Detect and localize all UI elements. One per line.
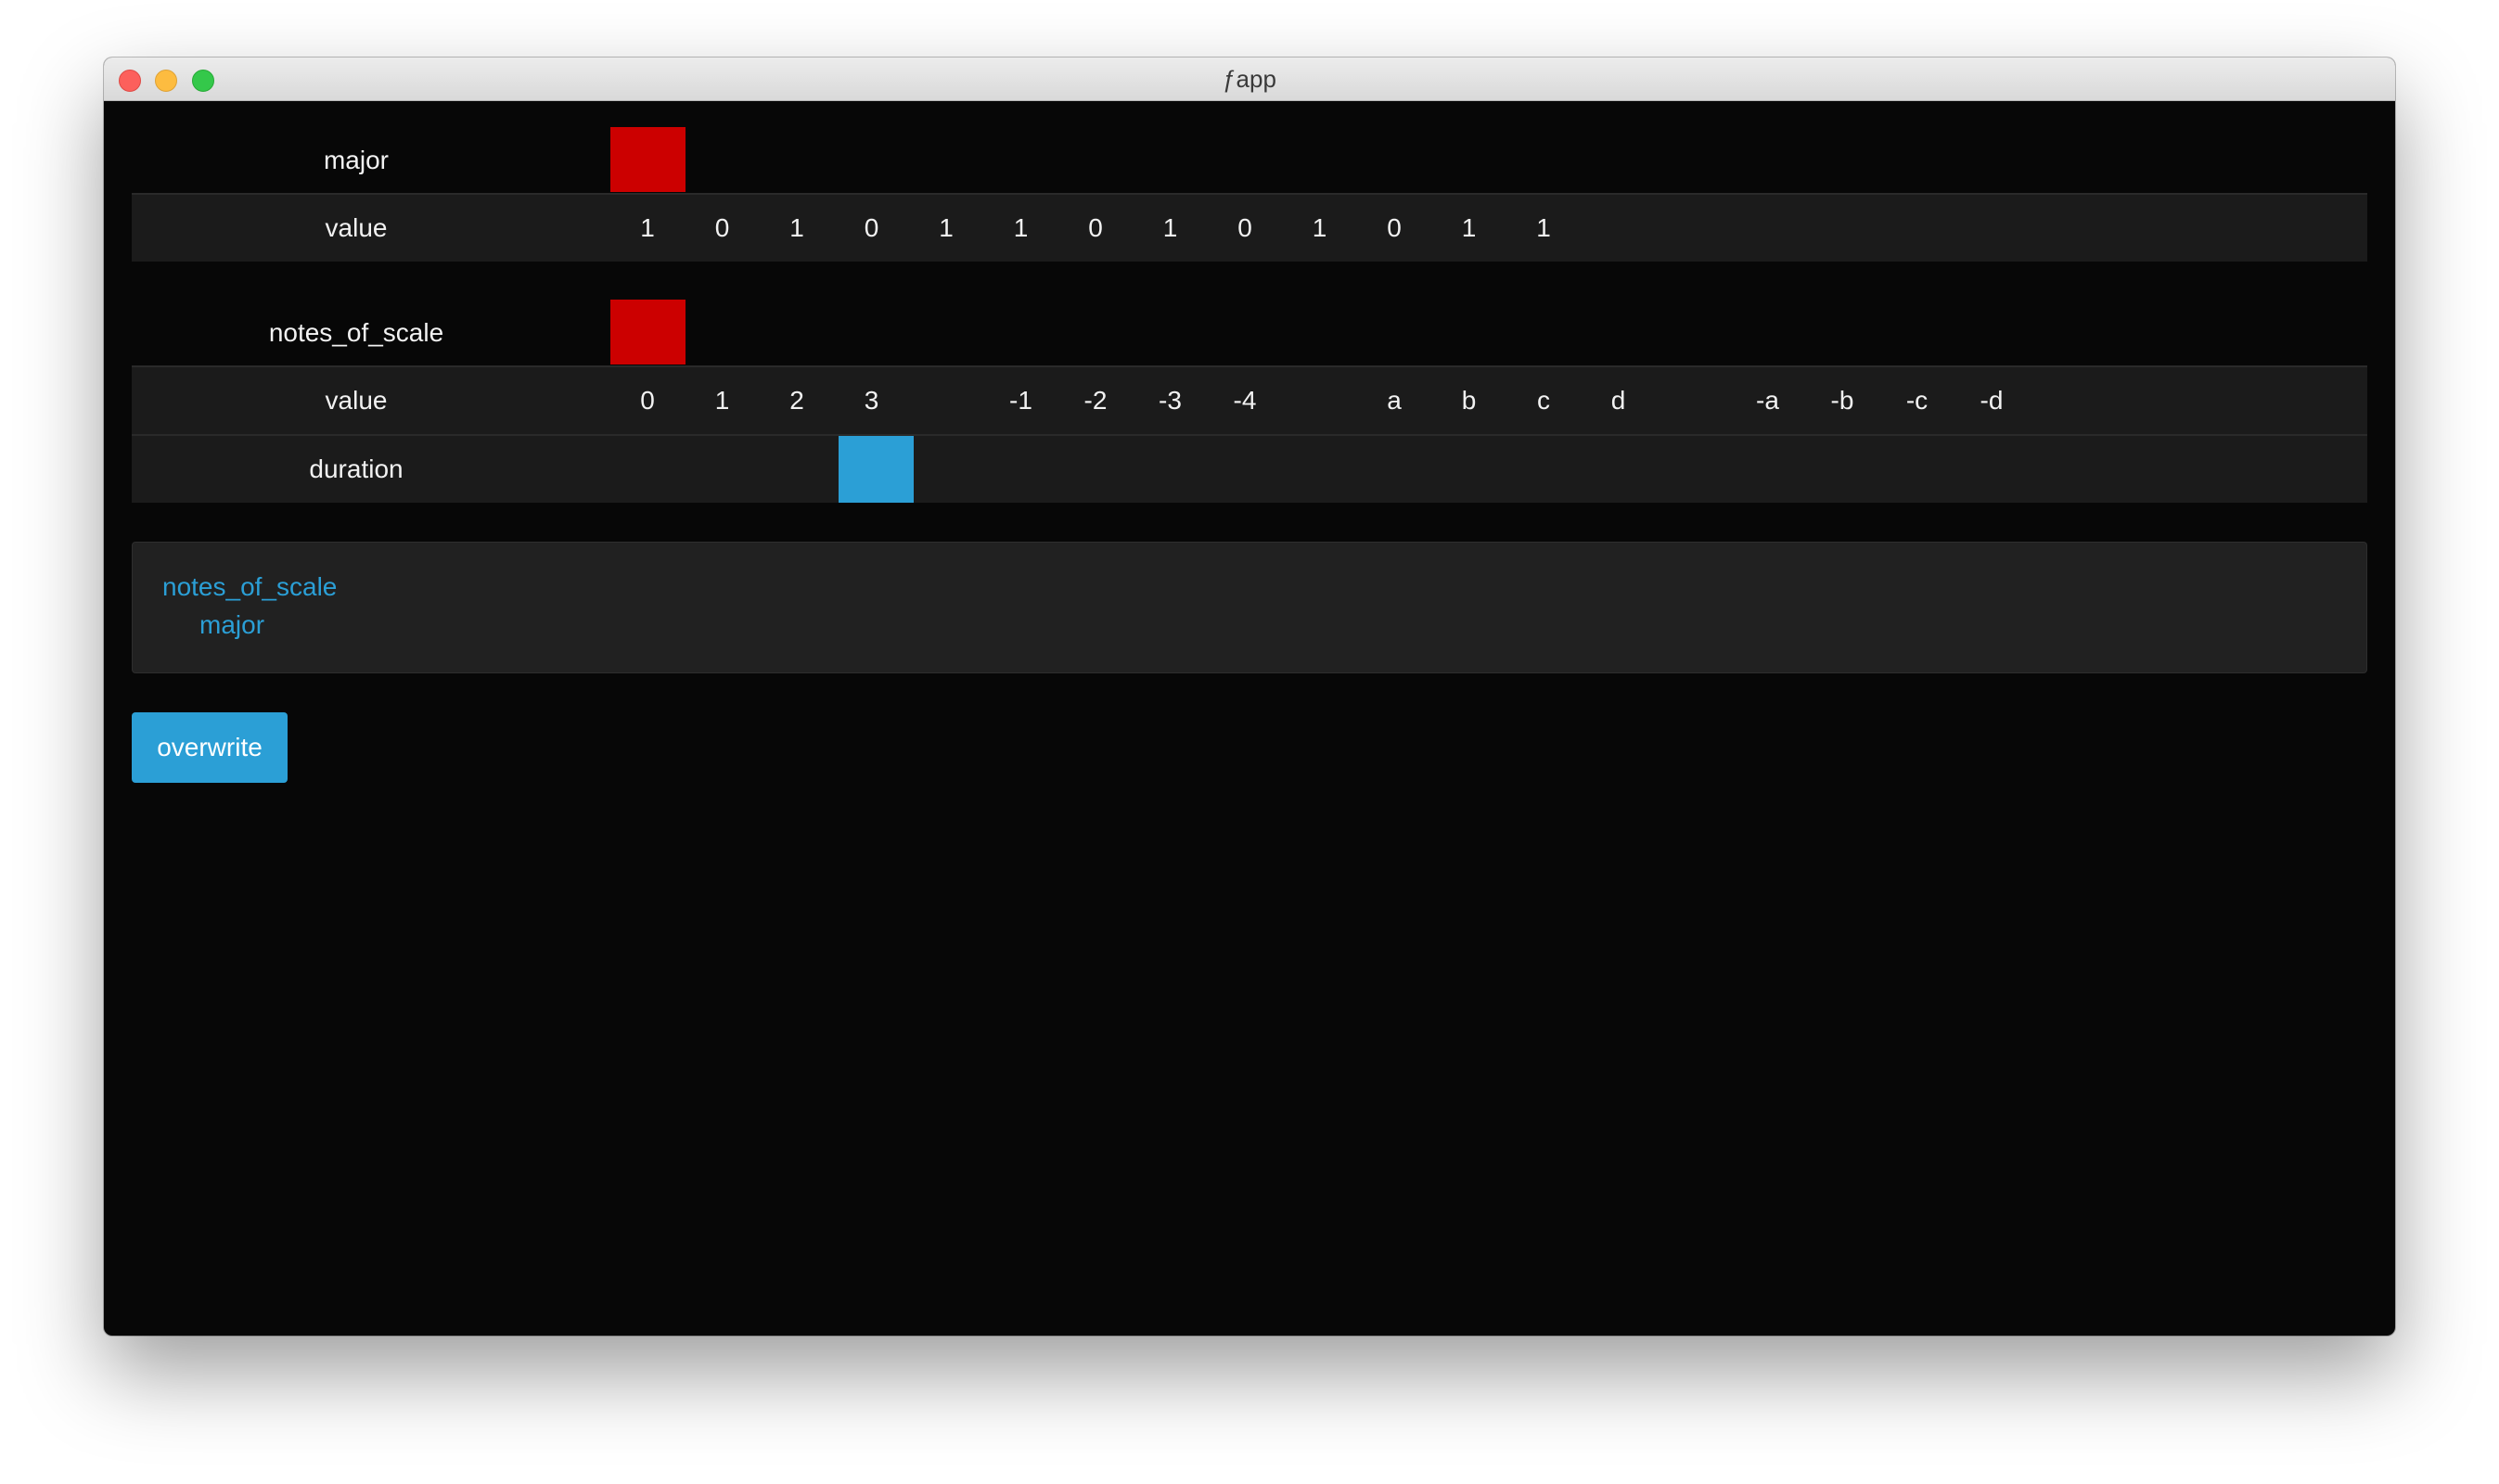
duration-row: duration	[132, 434, 2367, 503]
major-value-cell[interactable]: 1	[984, 195, 1058, 262]
notes-of-scale-row: notes_of_scale	[132, 300, 2367, 366]
path-panel: notes_of_scale major	[132, 542, 2367, 673]
major-value-cell[interactable]: 1	[1432, 195, 1506, 262]
major-value-cell[interactable]: 0	[1357, 195, 1431, 262]
title-bar: ƒapp	[104, 58, 2395, 101]
major-row-label: major	[323, 146, 389, 174]
notes-value-cell[interactable]: -b	[1805, 367, 1879, 434]
notes-values-label: value	[325, 386, 388, 415]
major-value-cell[interactable]: 1	[1283, 195, 1357, 262]
notes-value-cell[interactable]: b	[1432, 367, 1506, 434]
notes-value-cell[interactable]: 3	[835, 367, 909, 434]
major-value-cell[interactable]: 0	[1058, 195, 1133, 262]
major-value-cell[interactable]: 1	[610, 195, 685, 262]
main-content: major value 1010110101011 notes_of_scale…	[104, 100, 2395, 1336]
notes-value-cell[interactable]: -3	[1134, 367, 1208, 434]
major-value-cell[interactable]: 1	[1506, 195, 1581, 262]
major-values-label: value	[325, 213, 388, 242]
notes-value-cell[interactable]: -d	[1954, 367, 2029, 434]
notes-values-row: value 0 1 2 3 -1 -2 -3 -4 a b c d -a -b -c -d	[132, 365, 2367, 434]
overwrite-button[interactable]: overwrite	[132, 712, 288, 783]
notes-of-scale-row-label: notes_of_scale	[268, 318, 444, 347]
notes-value-cell[interactable]: c	[1506, 367, 1581, 434]
notes-value-cell[interactable]: -2	[1058, 367, 1133, 434]
notes-value-cell[interactable]: d	[1582, 367, 1656, 434]
duration-selected-cell[interactable]	[839, 436, 914, 503]
notes-value-cell[interactable]: -4	[1208, 367, 1282, 434]
major-row: major	[132, 127, 2367, 194]
duration-row-label: duration	[309, 454, 404, 483]
notes-value-cell[interactable]: 1	[686, 367, 760, 434]
major-value-cell[interactable]: 0	[1208, 195, 1282, 262]
major-value-cell[interactable]: 0	[835, 195, 909, 262]
major-value-cell[interactable]: 0	[686, 195, 760, 262]
notes-value-cell[interactable]: 0	[610, 367, 685, 434]
notes-value-cell[interactable]: 2	[760, 367, 834, 434]
notes-value-cell[interactable]: -a	[1731, 367, 1805, 434]
notes-value-cell[interactable]: a	[1357, 367, 1431, 434]
notes-value-cell[interactable]: -c	[1880, 367, 1954, 434]
app-window: ƒapp major value 1010110101011 notes_of_…	[104, 58, 2395, 1336]
path-item-notes-of-scale[interactable]: notes_of_scale	[162, 572, 337, 602]
notes-of-scale-selected-cell[interactable]	[610, 300, 686, 365]
window-title: ƒapp	[1223, 65, 1276, 93]
major-value-cell[interactable]: 1	[1134, 195, 1208, 262]
path-item-major[interactable]: major	[199, 610, 264, 640]
major-selected-cell[interactable]	[610, 127, 686, 192]
major-value-cell[interactable]: 1	[909, 195, 983, 262]
notes-value-cell[interactable]: -1	[984, 367, 1058, 434]
major-value-cell[interactable]: 1	[760, 195, 834, 262]
major-values-row: value 1010110101011	[132, 193, 2367, 262]
